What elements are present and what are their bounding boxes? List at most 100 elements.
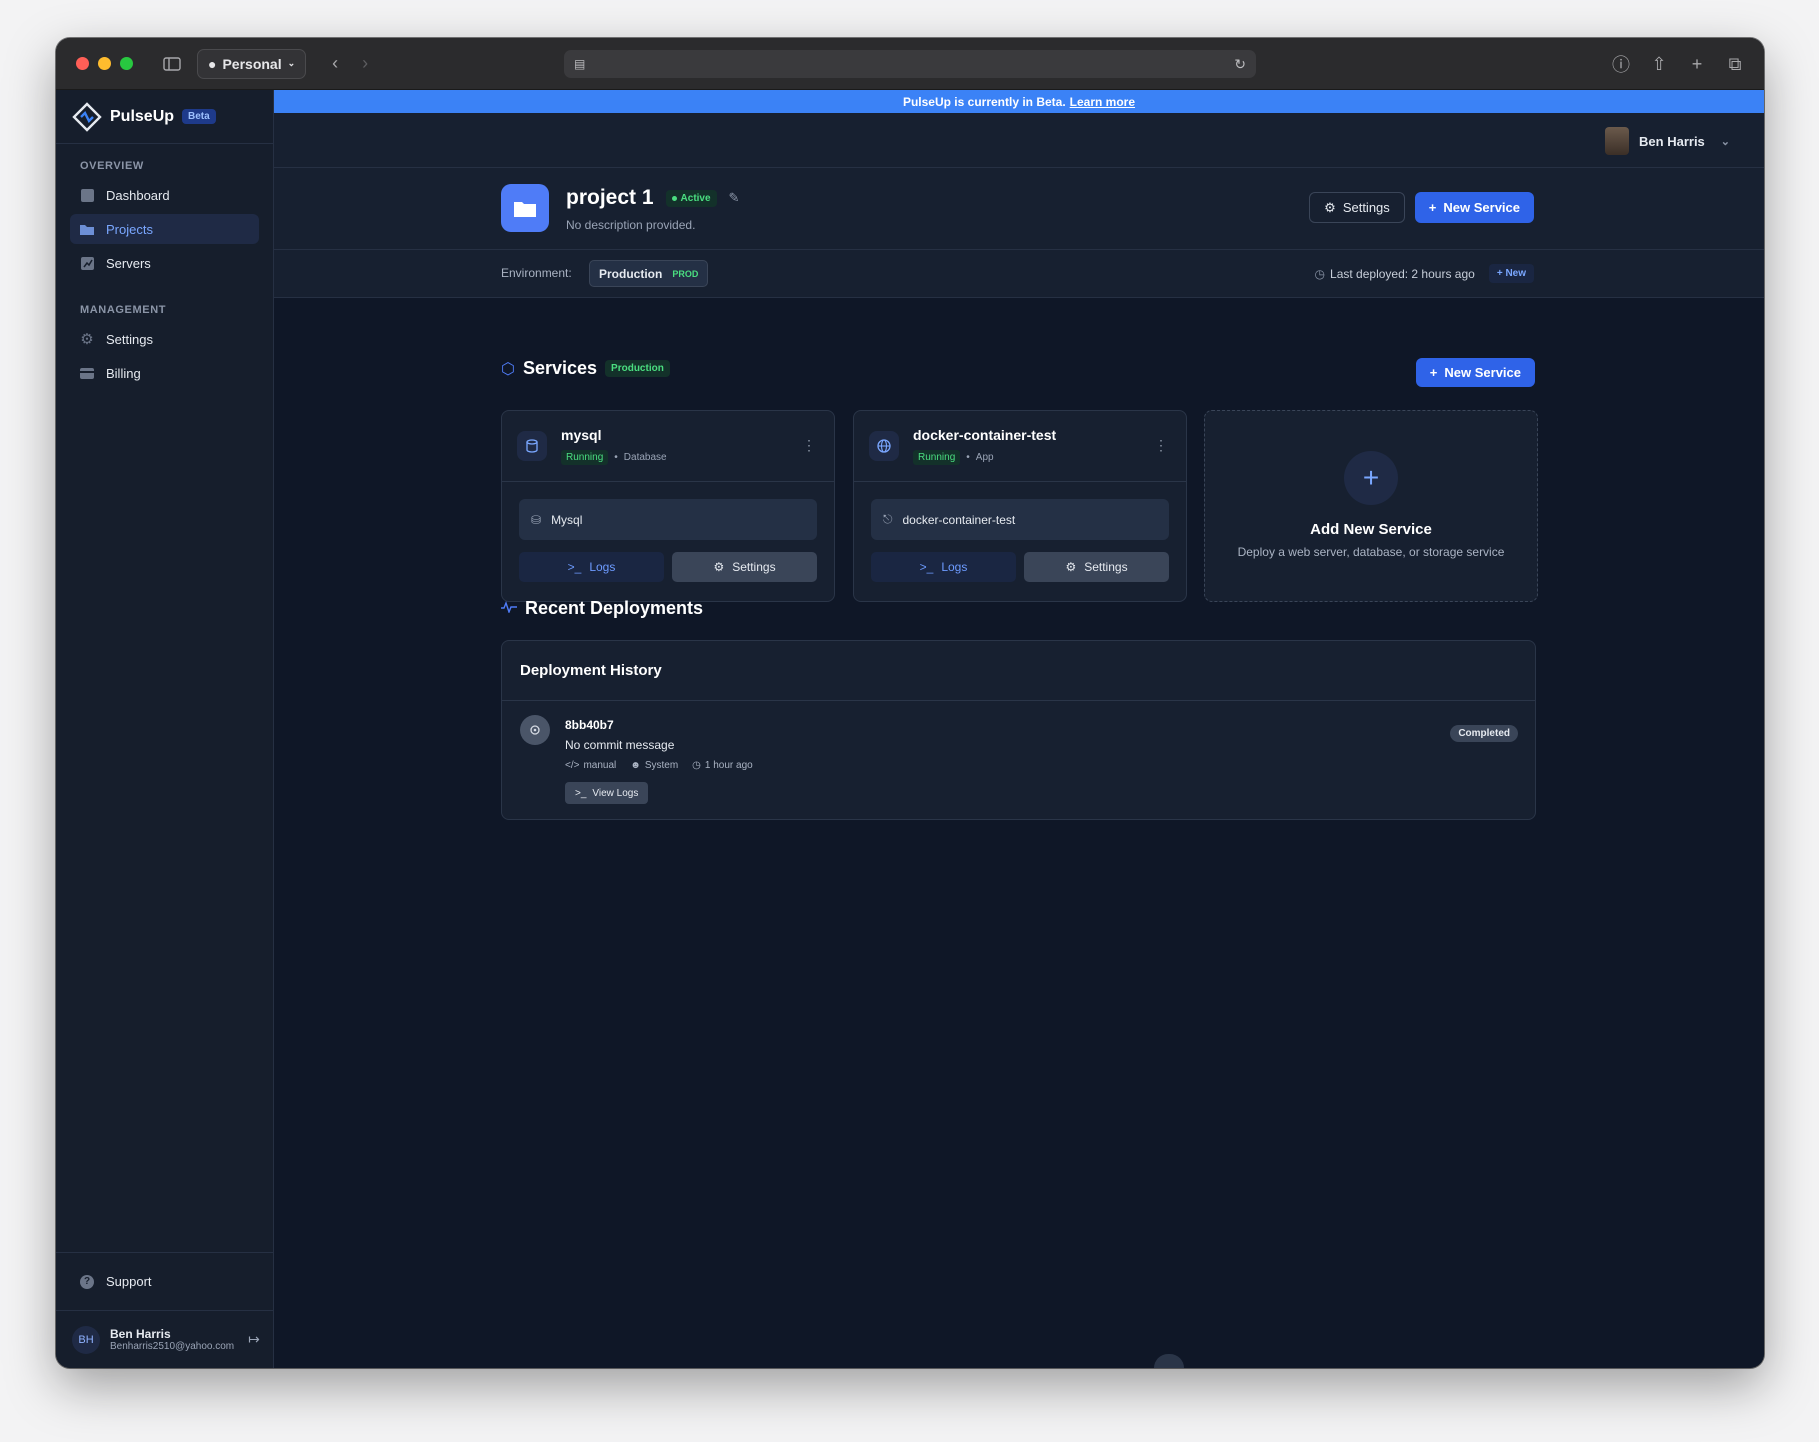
sidebar-user[interactable]: BH Ben Harris Benharris2510@yahoo.com ↦ <box>56 1310 273 1368</box>
service-type: Database <box>623 452 667 463</box>
button-label: Logs <box>589 560 616 574</box>
sidebar-toggle-icon[interactable] <box>157 49 187 79</box>
sidebar-item-billing[interactable]: Billing <box>70 358 259 388</box>
service-card-mysql[interactable]: mysql Running • Database ⋮ ⛁ Mysql >_ Lo… <box>501 410 835 602</box>
devtools-badge[interactable] <box>1154 1354 1184 1368</box>
more-options-icon[interactable]: ⋮ <box>1154 437 1168 454</box>
support-link[interactable]: ? Support <box>56 1252 273 1310</box>
new-service-button[interactable]: + New Service <box>1414 192 1534 223</box>
sidebar-item-dashboard[interactable]: Dashboard <box>70 180 259 210</box>
plus-icon: + <box>1429 365 1438 380</box>
logs-button[interactable]: >_ Logs <box>871 552 1016 582</box>
clock-icon: ◷ <box>1314 266 1326 281</box>
logs-button[interactable]: >_ Logs <box>519 552 664 582</box>
maximize-window-button[interactable] <box>120 57 133 70</box>
sidebar: PulseUp Beta OVERVIEW Dashboard Projects… <box>56 90 274 1368</box>
recent-deployments-title: Recent Deployments <box>525 598 704 618</box>
status-dot <box>671 195 677 201</box>
user-menu-name: Ben Harris <box>1639 133 1705 149</box>
deployment-author: ☻ System <box>630 760 678 771</box>
minimize-window-button[interactable] <box>98 57 111 70</box>
service-settings-button[interactable]: ⚙ Settings <box>672 552 817 582</box>
services-env-tag: Production <box>605 360 670 377</box>
info-icon[interactable]: ⓘ <box>1606 49 1636 79</box>
project-title-row: project 1 Active ✎ <box>566 186 739 210</box>
service-name: docker-container-test <box>913 427 1057 443</box>
gear-icon: ⚙ <box>1065 560 1077 574</box>
service-type: App <box>975 452 994 463</box>
folder-icon <box>80 222 94 236</box>
deployment-history-title: Deployment History <box>502 641 1535 701</box>
view-logs-button[interactable]: >_ View Logs <box>565 782 649 804</box>
service-card-actions: >_ Logs ⚙ Settings <box>519 552 817 582</box>
back-icon[interactable]: ‹ <box>320 49 350 79</box>
share-icon[interactable]: ⇧ <box>1644 49 1674 79</box>
add-service-card[interactable]: + Add New Service Deploy a web server, d… <box>1204 410 1538 602</box>
person-icon: ● <box>208 55 217 72</box>
logout-icon[interactable]: ↦ <box>248 1331 260 1348</box>
page-title: project 1 <box>566 186 654 209</box>
deployment-status-badge: Completed <box>1450 725 1518 742</box>
page-icon: ▤ <box>574 57 586 71</box>
user-menu[interactable]: Ben Harris ⌄ <box>1605 127 1730 155</box>
services-title: Services <box>522 358 598 378</box>
new-environment-button[interactable]: + New <box>1488 264 1534 283</box>
service-card-actions: >_ Logs ⚙ Settings <box>871 552 1169 582</box>
new-tab-icon[interactable]: + <box>1682 49 1712 79</box>
project-actions: ⚙ Settings + New Service <box>1309 192 1534 223</box>
button-label: View Logs <box>592 787 639 799</box>
button-label: Logs <box>941 560 968 574</box>
support-label: Support <box>106 1274 152 1289</box>
service-settings-button[interactable]: ⚙ Settings <box>1024 552 1169 582</box>
last-deployed-text: Last deployed: 2 hours ago <box>1330 266 1475 281</box>
services-new-service-button[interactable]: + New Service <box>1415 358 1535 387</box>
reload-icon[interactable]: ↻ <box>1234 56 1246 73</box>
button-label: New Service <box>1443 200 1520 215</box>
service-card-header: mysql Running • Database ⋮ <box>502 411 834 482</box>
service-meta: Running • Database <box>561 450 667 465</box>
environment-selector[interactable]: Production PROD <box>589 260 709 287</box>
add-service-subtitle: Deploy a web server, database, or storag… <box>1237 545 1505 559</box>
plus-icon: + <box>1344 451 1398 505</box>
profile-switcher[interactable]: ● Personal ⌄ <box>197 48 307 79</box>
database-icon: ⛁ <box>531 512 542 527</box>
close-window-button[interactable] <box>76 57 89 70</box>
environment-name: Production <box>599 266 663 281</box>
browser-window: ● Personal ⌄ ‹ › ▤ ↻ ⓘ ⇧ + ⧉ PulseUp Bet… <box>56 38 1764 1368</box>
sidebar-item-label: Servers <box>106 255 151 271</box>
toolbar-actions: ⓘ ⇧ + ⧉ <box>1606 49 1750 79</box>
service-card-docker-container-test[interactable]: docker-container-test Running • App ⋮ ⎋ … <box>853 410 1187 602</box>
service-meta: Running • App <box>913 450 994 465</box>
brand[interactable]: PulseUp Beta <box>56 90 273 144</box>
project-settings-button[interactable]: ⚙ Settings <box>1309 192 1405 223</box>
code-icon: </> <box>565 760 580 771</box>
forward-icon[interactable]: › <box>350 49 380 79</box>
chevron-down-icon: ⌄ <box>287 58 296 68</box>
deployment-trigger: </> manual <box>565 760 616 771</box>
service-status: Running <box>913 450 961 465</box>
recent-deployments-header: Recent Deployments <box>501 598 703 619</box>
sidebar-section-overview: OVERVIEW <box>80 160 144 172</box>
sidebar-item-settings[interactable]: ⚙ Settings <box>70 324 259 354</box>
service-field: ⎋ docker-container-test <box>871 499 1169 540</box>
gear-icon: ⚙ <box>80 331 94 348</box>
user-name: Ben Harris <box>110 1327 171 1341</box>
more-options-icon[interactable]: ⋮ <box>802 437 816 454</box>
terminal-icon: >_ <box>919 560 934 574</box>
cube-icon: ⬡ <box>501 360 515 378</box>
sidebar-item-servers[interactable]: Servers <box>70 248 259 278</box>
gear-icon: ⚙ <box>713 560 725 574</box>
edit-pencil-icon[interactable]: ✎ <box>729 190 740 206</box>
sidebar-item-label: Dashboard <box>106 187 170 203</box>
terminal-icon: >_ <box>567 560 582 574</box>
tabs-overview-icon[interactable]: ⧉ <box>1720 49 1750 79</box>
learn-more-link[interactable]: Learn more <box>1070 95 1135 109</box>
sidebar-item-label: Projects <box>106 221 153 237</box>
project-description: No description provided. <box>566 218 696 232</box>
user-icon: ☻ <box>630 760 641 771</box>
address-bar[interactable]: ▤ ↻ <box>564 50 1256 78</box>
globe-icon <box>869 431 899 461</box>
help-icon: ? <box>80 1274 94 1289</box>
sidebar-item-projects[interactable]: Projects <box>70 214 259 244</box>
deployment-row[interactable]: 8bb40b7 No commit message </> manual ☻ Sys… <box>502 701 1535 819</box>
